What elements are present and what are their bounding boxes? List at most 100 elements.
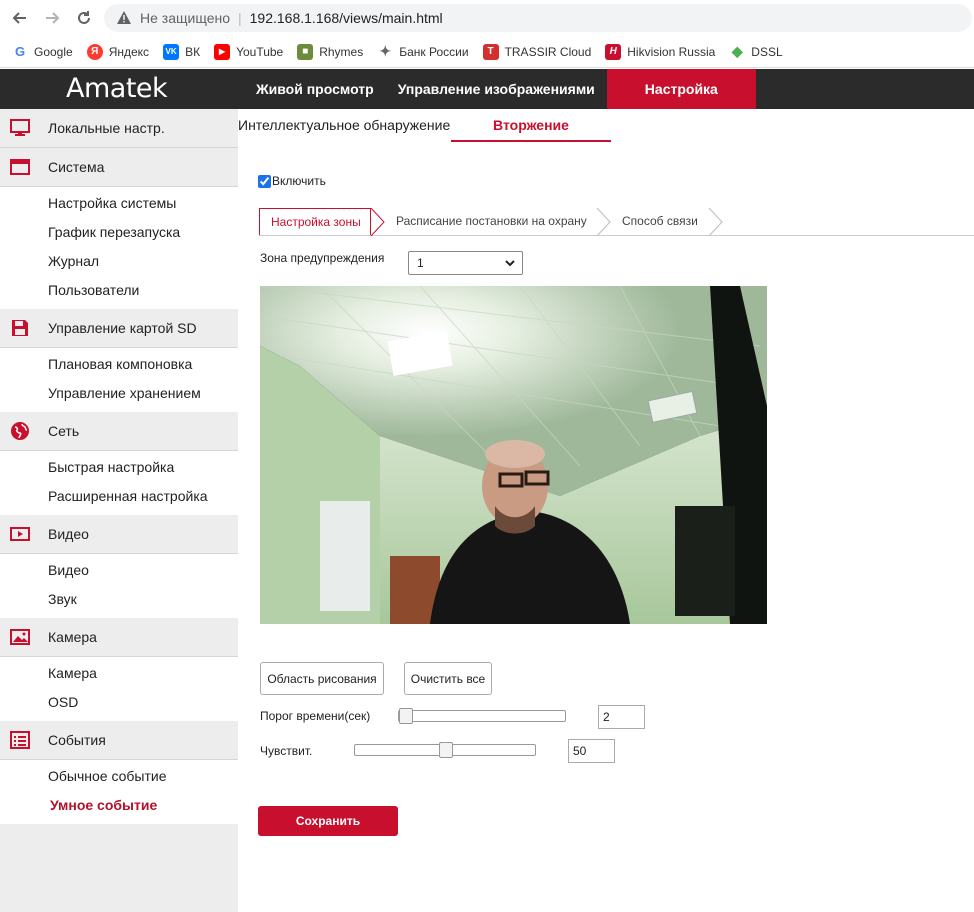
sidebar-item-video[interactable]: Видео [0, 556, 238, 585]
sidebar-item-camera[interactable]: Камера [0, 659, 238, 688]
app-header: Amatek Живой просмотр Управление изображ… [0, 69, 974, 109]
time-threshold-label: Порог времени(сек) [260, 709, 371, 723]
window-icon [10, 157, 30, 177]
sensitivity-slider[interactable] [354, 742, 536, 758]
subtabs: Настройка зоны Расписание постановки на … [259, 208, 974, 236]
sidebar-section-camera[interactable]: Камера [0, 618, 238, 657]
sidebar-item-log[interactable]: Журнал [0, 247, 238, 276]
sidebar-section-label: События [48, 732, 106, 748]
sidebar-section-events[interactable]: События [0, 721, 238, 760]
bookmark-trassir[interactable]: T TRASSIR Cloud [482, 43, 591, 60]
reload-icon[interactable] [72, 6, 96, 30]
bookmark-label: Google [34, 44, 73, 59]
enable-checkbox[interactable] [258, 174, 271, 188]
youtube-icon: ▶ [214, 43, 231, 60]
tab-intelligent-detection[interactable]: Интеллектуальное обнаружение [238, 109, 451, 142]
nav-settings[interactable]: Настройка [606, 69, 756, 109]
time-threshold-slider[interactable] [398, 708, 566, 724]
forward-arrow-icon[interactable] [40, 6, 64, 30]
enable-checkbox-row[interactable]: Включить [258, 174, 326, 188]
sidebar-section-sd-card[interactable]: Управление картой SD [0, 309, 238, 348]
subtab-chevron-3 [708, 208, 723, 236]
bookmark-rhymes[interactable]: ■ Rhymes [297, 43, 364, 60]
dssl-icon: ◆ [731, 43, 743, 59]
sidebar-item-audio[interactable]: Звук [0, 585, 238, 614]
yandex-icon: Я [86, 43, 103, 60]
url-text: 192.168.1.168/views/main.html [249, 10, 443, 26]
bookmark-label: Rhymes [319, 44, 364, 59]
insecure-label: Не защищено [140, 10, 230, 26]
bookmark-label: Hikvision Russia [627, 44, 716, 59]
video-icon [10, 524, 30, 544]
save-button[interactable]: Сохранить [258, 806, 398, 836]
sidebar-group-sd-card: Плановая компоновка Управление хранением [0, 348, 238, 412]
sidebar-item-osd[interactable]: OSD [0, 688, 238, 717]
address-bar[interactable]: Не защищено | 192.168.1.168/views/main.h… [104, 4, 972, 32]
bookmark-label: DSSL [751, 44, 783, 59]
sidebar-item-users[interactable]: Пользователи [0, 276, 238, 305]
sidebar-item-system-settings[interactable]: Настройка системы [0, 189, 238, 218]
sensitivity-thumb[interactable] [439, 742, 453, 758]
nav-live-view[interactable]: Живой просмотр [244, 69, 386, 109]
main-content: Интеллектуальное обнаружение Вторжение В… [238, 109, 974, 912]
bookmark-hikvision[interactable]: H Hikvision Russia [605, 43, 716, 60]
google-icon: G [14, 44, 26, 59]
back-arrow-icon[interactable] [8, 6, 32, 30]
camera-preview[interactable] [260, 286, 767, 624]
clear-all-button[interactable]: Очистить все [404, 662, 492, 695]
bookmark-label: Банк России [399, 44, 469, 59]
subtab-arming-schedule[interactable]: Расписание постановки на охрану [396, 208, 587, 235]
hikvision-icon: H [605, 43, 622, 60]
sidebar-section-network[interactable]: Сеть [0, 412, 238, 451]
url-separator: | [238, 10, 242, 26]
top-nav: Живой просмотр Управление изображениями … [244, 69, 756, 109]
sidebar-item-reboot-schedule[interactable]: График перезапуска [0, 218, 238, 247]
sidebar-section-label: Локальные настр. [48, 120, 165, 136]
zone-select[interactable]: 1 [408, 251, 523, 275]
sidebar-section-local[interactable]: Локальные настр. [0, 109, 238, 148]
time-threshold-input[interactable]: 2 [598, 705, 645, 729]
sidebar-item-planned-layout[interactable]: Плановая компоновка [0, 350, 238, 379]
warning-icon [117, 11, 131, 24]
floppy-icon [10, 318, 30, 338]
sidebar-item-quick-setup[interactable]: Быстрая настройка [0, 453, 238, 482]
sidebar-item-normal-event[interactable]: Обычное событие [0, 762, 238, 791]
sidebar-section-system[interactable]: Система [0, 148, 238, 187]
bookmark-dssl[interactable]: ◆ DSSL [729, 43, 783, 60]
bookmark-yandex[interactable]: Я Яндекс [86, 43, 149, 60]
zone-label-row: Зона предупреждения [260, 251, 384, 265]
nav-image-management[interactable]: Управление изображениями [386, 69, 607, 109]
sidebar-item-smart-event[interactable]: Умное событие [0, 791, 238, 820]
sidebar-section-video[interactable]: Видео [0, 515, 238, 554]
subtab-zone-settings[interactable]: Настройка зоны [259, 208, 371, 235]
zone-select-value: 1 [417, 256, 424, 270]
sidebar-section-label: Управление картой SD [48, 320, 197, 336]
sidebar-group-system: Настройка системы График перезапуска Жур… [0, 187, 238, 309]
globe-icon [10, 421, 30, 441]
sidebar-group-events: Обычное событие Умное событие [0, 760, 238, 824]
bookmark-bank-russia[interactable]: ✦ Банк России [377, 43, 469, 60]
camera-frame [260, 286, 767, 624]
bookmark-label: ВК [185, 44, 201, 59]
bookmark-google[interactable]: G Google [12, 44, 73, 60]
monitor-icon [10, 118, 30, 138]
sidebar-group-network: Быстрая настройка Расширенная настройка [0, 451, 238, 515]
sidebar: Локальные настр. Система Настройка систе… [0, 109, 238, 912]
sidebar-section-label: Видео [48, 526, 89, 542]
bookmark-youtube[interactable]: ▶ YouTube [214, 43, 284, 60]
bank-russia-icon: ✦ [379, 43, 392, 59]
trassir-icon: T [482, 43, 499, 60]
rhymes-icon: ■ [297, 43, 314, 60]
sensitivity-label: Чувствит. [260, 744, 313, 758]
sidebar-group-video: Видео Звук [0, 554, 238, 618]
time-threshold-thumb[interactable] [399, 708, 413, 724]
tab-intrusion[interactable]: Вторжение [451, 109, 611, 142]
sensitivity-input[interactable]: 50 [568, 739, 615, 763]
draw-area-button[interactable]: Область рисования [260, 662, 384, 695]
bookmark-label: YouTube [236, 44, 284, 59]
bookmark-vk[interactable]: VK ВК [163, 43, 201, 60]
subtab-linkage-method[interactable]: Способ связи [622, 208, 698, 235]
sidebar-item-storage-management[interactable]: Управление хранением [0, 379, 238, 408]
sidebar-item-advanced-setup[interactable]: Расширенная настройка [0, 482, 238, 511]
subtab-chevron-1 [370, 208, 385, 236]
